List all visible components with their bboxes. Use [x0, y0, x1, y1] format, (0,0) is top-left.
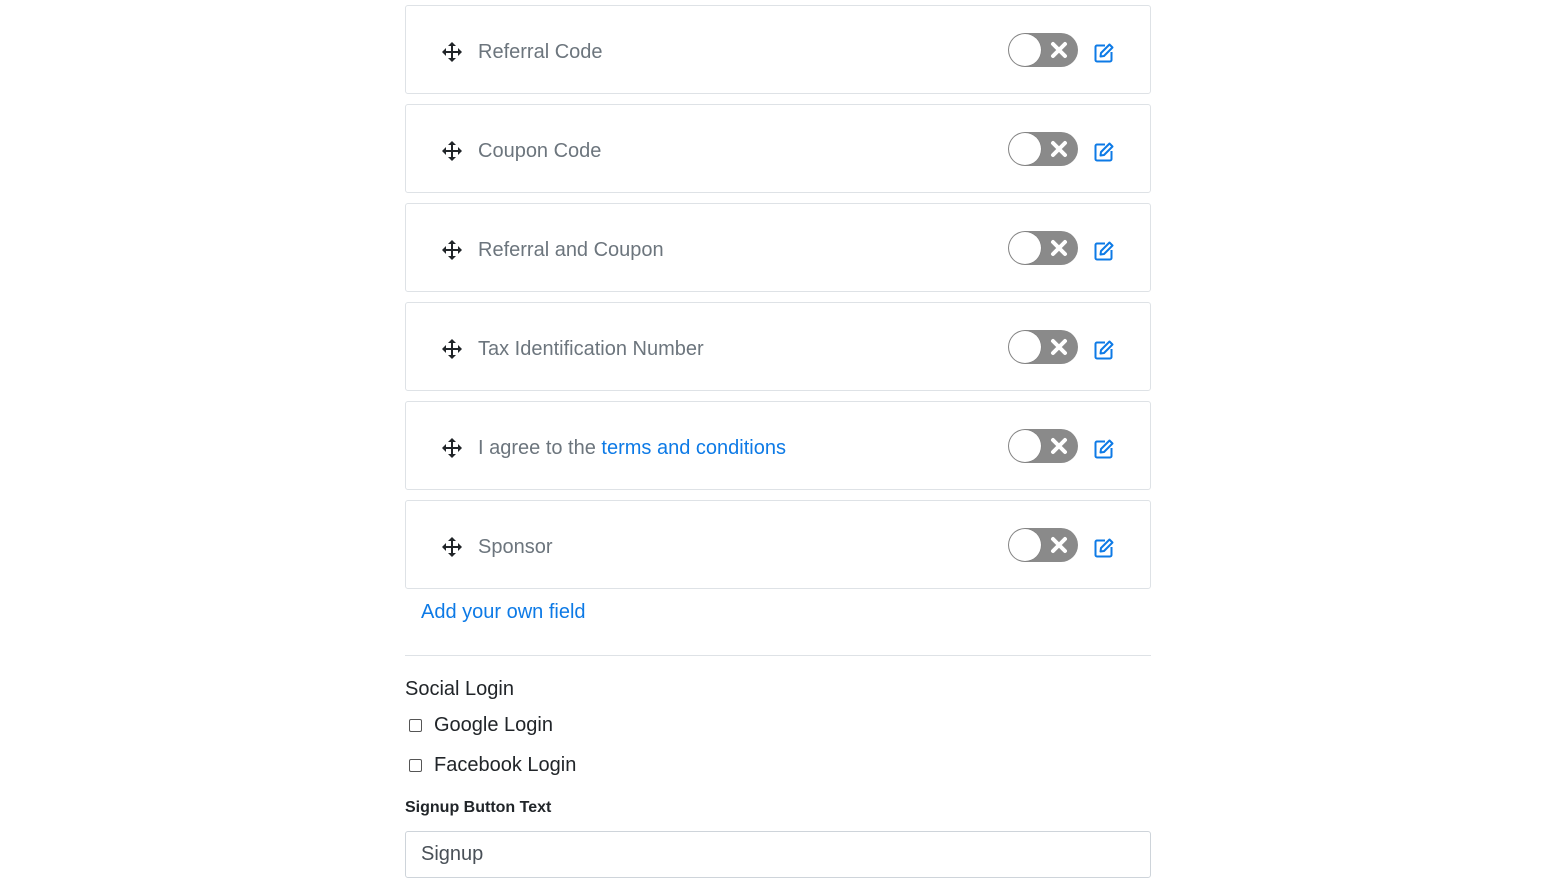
- toggle-knob: [1009, 232, 1041, 264]
- google-login-checkbox[interactable]: [409, 718, 422, 732]
- edit-icon[interactable]: [1094, 538, 1114, 558]
- field-toggle[interactable]: [1008, 33, 1078, 67]
- x-icon: [1050, 140, 1068, 158]
- field-row-referral-and-coupon: Referral and Coupon: [405, 203, 1151, 292]
- field-label: Tax Identification Number: [478, 338, 704, 360]
- field-label: Referral Code: [478, 41, 603, 63]
- field-toggle[interactable]: [1008, 231, 1078, 265]
- edit-icon[interactable]: [1094, 241, 1114, 261]
- edit-icon[interactable]: [1094, 43, 1114, 63]
- field-row-referral-code: Referral Code: [405, 5, 1151, 94]
- x-icon: [1050, 239, 1068, 257]
- section-divider: [405, 655, 1151, 656]
- move-arrows-icon[interactable]: [442, 537, 462, 557]
- toggle-knob: [1009, 331, 1041, 363]
- move-arrows-icon[interactable]: [442, 141, 462, 161]
- field-toggle[interactable]: [1008, 330, 1078, 364]
- move-arrows-icon[interactable]: [442, 42, 462, 62]
- edit-icon[interactable]: [1094, 439, 1114, 459]
- edit-icon[interactable]: [1094, 142, 1114, 162]
- toggle-knob: [1009, 529, 1041, 561]
- field-toggle[interactable]: [1008, 528, 1078, 562]
- social-login-title: Social Login: [405, 678, 514, 700]
- terms-label-prefix: I agree to the: [478, 437, 602, 459]
- move-arrows-icon[interactable]: [442, 438, 462, 458]
- facebook-login-option[interactable]: Facebook Login: [409, 752, 576, 778]
- field-row-coupon-code: Coupon Code: [405, 104, 1151, 193]
- toggle-knob: [1009, 430, 1041, 462]
- google-login-option[interactable]: Google Login: [409, 712, 553, 738]
- field-toggle[interactable]: [1008, 132, 1078, 166]
- move-arrows-icon[interactable]: [442, 240, 462, 260]
- terms-and-conditions-link[interactable]: terms and conditions: [601, 437, 786, 459]
- signup-button-text-label: Signup Button Text: [405, 799, 552, 816]
- move-arrows-icon[interactable]: [442, 339, 462, 359]
- toggle-knob: [1009, 34, 1041, 66]
- signup-button-text-input[interactable]: [405, 831, 1151, 878]
- field-row-sponsor: Sponsor: [405, 500, 1151, 589]
- toggle-knob: [1009, 133, 1041, 165]
- edit-icon[interactable]: [1094, 340, 1114, 360]
- signup-fields-panel: Referral Code Coupon Code Referral and C…: [405, 5, 1151, 878]
- field-row-terms-and-conditions: I agree to the terms and conditions: [405, 401, 1151, 490]
- x-icon: [1050, 41, 1068, 59]
- add-your-own-field-link[interactable]: Add your own field: [421, 601, 586, 624]
- field-label: Coupon Code: [478, 140, 602, 162]
- field-toggle[interactable]: [1008, 429, 1078, 463]
- facebook-login-checkbox[interactable]: [409, 758, 422, 772]
- x-icon: [1050, 536, 1068, 554]
- field-label: I agree to the terms and conditions: [478, 436, 786, 460]
- google-login-label: Google Login: [434, 713, 553, 736]
- field-label: Sponsor: [478, 536, 553, 558]
- x-icon: [1050, 437, 1068, 455]
- field-label: Referral and Coupon: [478, 239, 664, 261]
- field-row-tax-identification-number: Tax Identification Number: [405, 302, 1151, 391]
- x-icon: [1050, 338, 1068, 356]
- facebook-login-label: Facebook Login: [434, 753, 577, 776]
